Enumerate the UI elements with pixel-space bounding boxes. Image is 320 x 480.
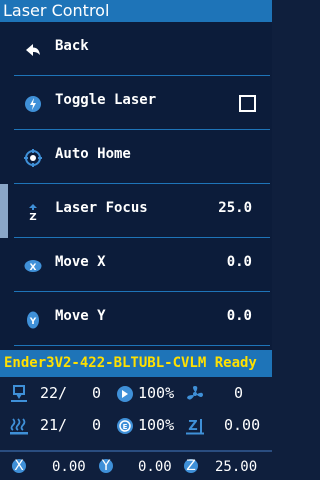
y-position: 0.00 (138, 459, 172, 475)
x-axis-icon: X (12, 459, 26, 473)
menu-item-label: Move Y (55, 308, 106, 324)
z-offset-icon: Z (186, 417, 204, 435)
laser-focus-value: 25.0 (218, 200, 252, 216)
y-axis-icon: Y (99, 459, 113, 473)
laser-toggle-icon (24, 95, 42, 113)
hotend-icon (10, 385, 28, 403)
divider (14, 345, 270, 346)
menu-item-move-y[interactable]: Y Move Y 0.0 (0, 292, 272, 346)
z-offset-value: 0.00 (224, 416, 261, 434)
menu-item-label: Toggle Laser (55, 92, 157, 108)
menu-item-laser-focus[interactable]: Z Laser Focus 25.0 (0, 184, 272, 238)
z-position: 25.00 (215, 459, 258, 475)
flow-icon: E (116, 417, 134, 435)
menu-item-label: Back (55, 38, 89, 54)
x-position: 0.00 (52, 459, 86, 475)
flow-value: 100% (138, 416, 175, 434)
menu-item-move-x[interactable]: X Move X 0.0 (0, 238, 272, 292)
menu-item-label: Move X (55, 254, 106, 270)
selection-marker (0, 184, 8, 238)
back-arrow-icon (24, 41, 42, 59)
bed-icon (10, 417, 28, 435)
z-axis-icon: Z (184, 459, 198, 473)
svg-text:E: E (123, 423, 128, 431)
move-x-icon: X (24, 257, 42, 275)
move-y-value: 0.0 (226, 308, 252, 324)
svg-text:Y: Y (29, 317, 37, 327)
svg-text:X: X (30, 263, 37, 273)
fan-icon (186, 385, 204, 403)
feedrate-value: 100% (138, 384, 175, 402)
menu-item-label: Laser Focus (55, 200, 148, 216)
axis-position-bar: X 0.00 Y 0.00 Z 25.00 (0, 450, 272, 480)
menu-item-toggle-laser[interactable]: Toggle Laser (0, 76, 272, 130)
bed-temp: 21/ (40, 416, 68, 434)
hotend-target: 0 (92, 384, 102, 402)
menu-item-back[interactable]: Back (0, 22, 272, 76)
toggle-laser-checkbox[interactable] (239, 95, 256, 112)
hotend-temp: 22/ (40, 384, 68, 402)
menu-item-label: Auto Home (55, 146, 131, 162)
info-row-bed: 21/ 0 E 100% Z 0.00 (0, 411, 272, 441)
svg-text:Z: Z (29, 212, 36, 221)
move-x-value: 0.0 (226, 254, 252, 270)
home-target-icon (24, 149, 42, 167)
focus-z-icon: Z (24, 203, 42, 221)
feedrate-icon (116, 385, 134, 403)
menu-list: Back Toggle Laser Auto Home Z Laser Focu… (0, 22, 272, 350)
window-title: Laser Control (0, 0, 272, 22)
info-row-hotend: 22/ 0 100% 0 (0, 379, 272, 409)
status-message: Ender3V2-422-BLTUBL-CVLM Ready (0, 350, 272, 377)
fan-speed: 0 (234, 384, 244, 402)
svg-text:Z: Z (188, 419, 197, 434)
menu-item-auto-home[interactable]: Auto Home (0, 130, 272, 184)
move-y-icon: Y (24, 311, 42, 329)
info-panel: 22/ 0 100% 0 21/ 0 E 100% Z 0.00 (0, 377, 272, 450)
bed-target: 0 (92, 416, 102, 434)
